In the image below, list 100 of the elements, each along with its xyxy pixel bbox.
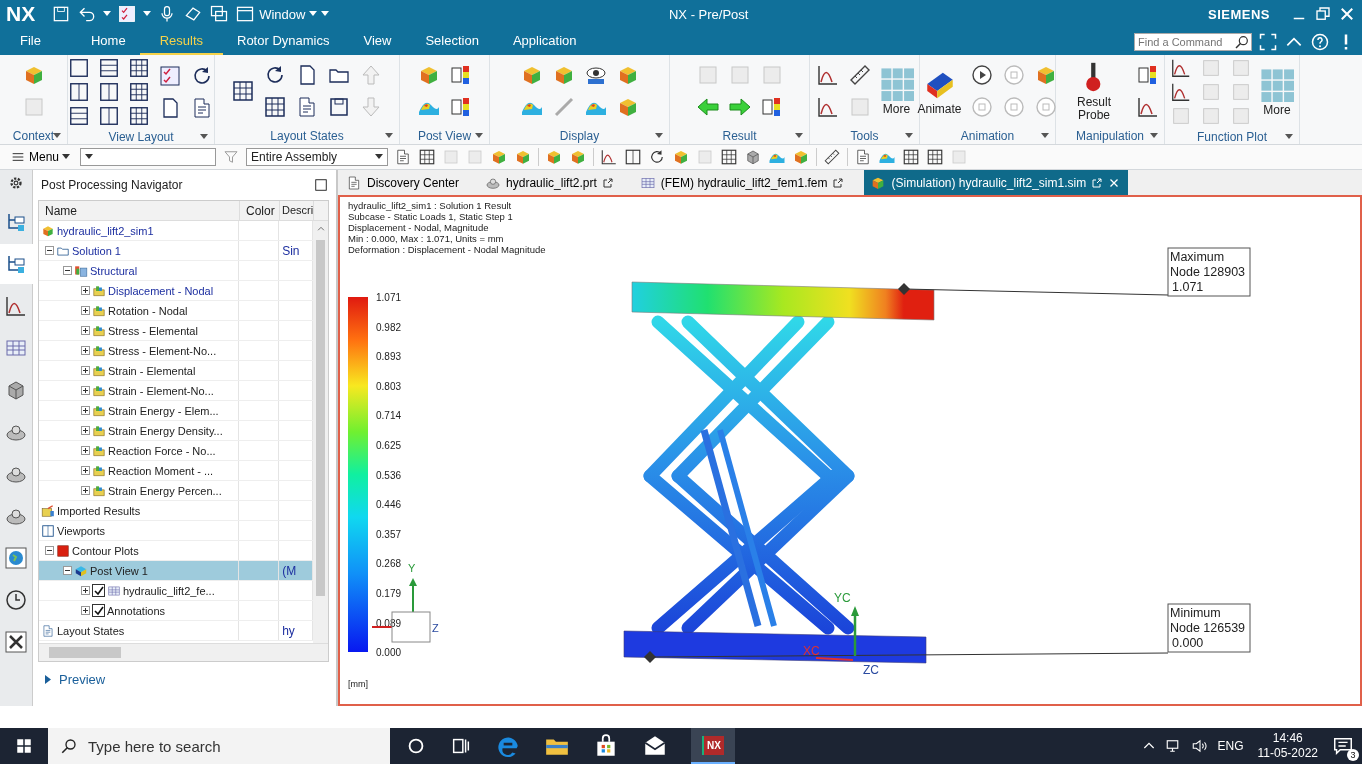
- expand-toggle[interactable]: [81, 366, 90, 375]
- help-icon[interactable]: [1310, 31, 1330, 52]
- layout-split-icon[interactable]: [624, 148, 643, 166]
- section-header[interactable]: Preview: [59, 672, 106, 687]
- graph-icon[interactable]: [815, 63, 840, 87]
- arrow-right-icon[interactable]: [727, 95, 752, 119]
- layout-rows-icon[interactable]: [98, 57, 120, 79]
- ribbon-tab[interactable]: Home: [90, 28, 126, 55]
- layout-rows-icon[interactable]: [68, 105, 90, 127]
- tree-row[interactable]: Post View 1 (M: [39, 561, 313, 581]
- tree-row[interactable]: Stress - Element-No...: [39, 341, 313, 361]
- ribbon-button[interactable]: Animate: [917, 66, 962, 116]
- caret-icon[interactable]: [375, 154, 384, 160]
- tree-row[interactable]: Stress - Elemental: [39, 321, 313, 341]
- expand-toggle[interactable]: [81, 586, 90, 595]
- restore-icon[interactable]: [1314, 5, 1332, 23]
- layout-grid-icon[interactable]: [128, 105, 150, 127]
- tree-row[interactable]: Solution 1 Sin: [39, 241, 313, 261]
- tree-row[interactable]: Strain Energy Percen...: [39, 481, 313, 501]
- caret-icon[interactable]: [385, 132, 393, 139]
- ribbon-tab[interactable]: Application: [512, 28, 577, 55]
- layout-grid-icon[interactable]: [263, 95, 287, 119]
- globe-icon[interactable]: [4, 546, 28, 570]
- column-header[interactable]: Name: [39, 201, 240, 220]
- menu-button[interactable]: Menu: [6, 149, 75, 165]
- tree-row[interactable]: Strain - Elemental: [39, 361, 313, 381]
- expand-toggle[interactable]: [81, 486, 90, 495]
- graph-icon[interactable]: [600, 148, 619, 166]
- caret-icon[interactable]: [655, 132, 663, 139]
- ribbon-tab[interactable]: Rotor Dynamics: [237, 28, 330, 55]
- layout-grid-icon[interactable]: [902, 148, 921, 166]
- layout-split-icon[interactable]: [68, 81, 90, 103]
- layout-grid-icon[interactable]: [231, 79, 255, 103]
- expand-toggle[interactable]: [81, 346, 90, 355]
- tree-row[interactable]: hydraulic_lift2_fe...: [39, 581, 313, 601]
- scope-dropdown[interactable]: Entire Assembly: [246, 148, 389, 166]
- checklist-icon[interactable]: [158, 64, 182, 88]
- layout-single-icon[interactable]: [314, 178, 328, 192]
- close-icon[interactable]: [1338, 5, 1356, 23]
- ribbon-tab[interactable]: File: [20, 28, 41, 55]
- ribbon-button[interactable]: More: [1260, 67, 1294, 117]
- start-icon[interactable]: [15, 737, 33, 755]
- tree-row[interactable]: Structural: [39, 261, 313, 281]
- tree-row[interactable]: Layout States hy: [39, 621, 313, 641]
- ribbon-tab[interactable]: View: [363, 28, 392, 55]
- layout-single-icon[interactable]: [68, 57, 90, 79]
- caret-icon[interactable]: [85, 154, 94, 160]
- full-screen-icon[interactable]: [1258, 31, 1278, 52]
- ruler-icon[interactable]: [823, 148, 842, 166]
- checklist-icon[interactable]: [117, 4, 138, 24]
- tree-row[interactable]: Displacement - Nodal: [39, 281, 313, 301]
- expand-toggle[interactable]: [81, 426, 90, 435]
- notification-icon[interactable]: [1332, 735, 1354, 757]
- tree-row[interactable]: Imported Results: [39, 501, 313, 521]
- caret-icon[interactable]: [200, 133, 208, 140]
- caret-icon[interactable]: [1285, 133, 1293, 140]
- save-icon[interactable]: [327, 95, 351, 119]
- graph-icon[interactable]: [815, 95, 840, 119]
- caret-icon[interactable]: [143, 11, 152, 17]
- caret-icon[interactable]: [1150, 132, 1158, 139]
- expand-arrow-icon[interactable]: [45, 675, 51, 684]
- expand-toggle[interactable]: [81, 286, 90, 295]
- layout-split-icon[interactable]: [98, 81, 120, 103]
- tree-row[interactable]: Strain Energy Density...: [39, 421, 313, 441]
- arrow-left-icon[interactable]: [695, 95, 720, 119]
- collapse-toggle[interactable]: [63, 266, 72, 275]
- graph-icon[interactable]: [1170, 81, 1192, 103]
- collapse-toggle[interactable]: [63, 566, 72, 575]
- layout-grid-icon[interactable]: [926, 148, 945, 166]
- ribbon-button[interactable]: Result Probe: [1060, 60, 1128, 122]
- caret-icon[interactable]: [53, 132, 61, 139]
- column-header[interactable]: Color: [240, 201, 280, 220]
- play-icon[interactable]: [969, 63, 994, 87]
- expand-toggle[interactable]: [81, 466, 90, 475]
- checkbox[interactable]: [92, 604, 105, 617]
- speaker-icon[interactable]: [1191, 737, 1210, 755]
- clock-icon[interactable]: [4, 588, 28, 612]
- caret-icon[interactable]: [1041, 132, 1049, 139]
- layout-grid-icon[interactable]: [128, 57, 150, 79]
- caret-icon[interactable]: [795, 132, 803, 139]
- layout-grid-icon[interactable]: [128, 81, 150, 103]
- layout-split-icon[interactable]: [98, 105, 120, 127]
- window-menu[interactable]: Window: [259, 6, 306, 22]
- caret-icon[interactable]: [905, 132, 913, 139]
- ribbon-button[interactable]: More: [879, 66, 914, 116]
- tree-row[interactable]: Strain Energy - Elem...: [39, 401, 313, 421]
- column-header[interactable]: Descri: [280, 201, 314, 220]
- collapse-toggle[interactable]: [45, 246, 54, 255]
- caret-icon[interactable]: [103, 11, 112, 17]
- tree-row[interactable]: Reaction Force - No...: [39, 441, 313, 461]
- graph-icon[interactable]: [1170, 57, 1192, 79]
- checkbox[interactable]: [92, 584, 105, 597]
- expand-toggle[interactable]: [81, 606, 90, 615]
- search-icon[interactable]: [1234, 33, 1250, 50]
- ribbon-tab[interactable]: Selection: [425, 28, 479, 55]
- caret-icon[interactable]: [62, 154, 71, 160]
- clock[interactable]: 14:46 11-05-2022: [1257, 731, 1318, 761]
- caret-icon[interactable]: [475, 132, 483, 139]
- tree-row[interactable]: Strain - Element-No...: [39, 381, 313, 401]
- filter-icon[interactable]: [222, 148, 241, 166]
